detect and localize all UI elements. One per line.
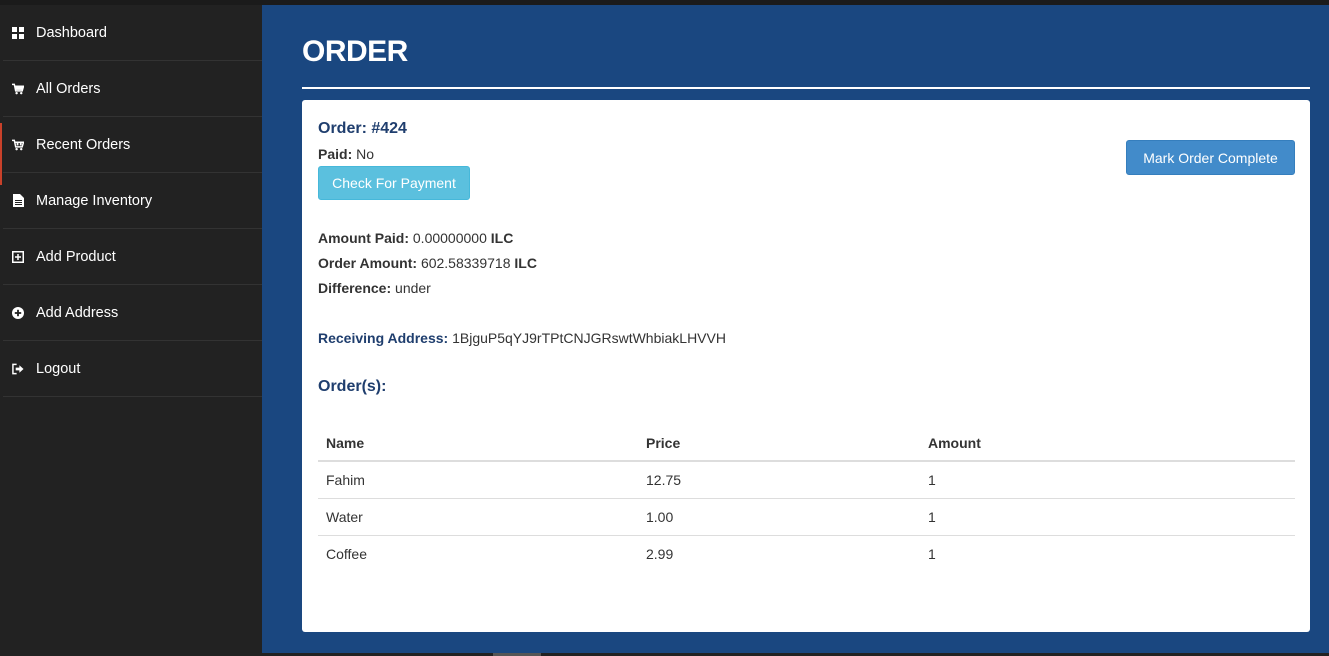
order-amount-line: Order Amount: 602.58339718 ILC xyxy=(318,255,537,271)
sidebar: Dashboard All Orders Recent Orders Manag… xyxy=(0,5,262,656)
plus-circle-icon xyxy=(12,306,24,319)
item-amount-cell: 1 xyxy=(920,461,1295,499)
currency-label: ILC xyxy=(490,230,514,246)
sidebar-item-label: Logout xyxy=(36,360,81,377)
item-amount-cell: 1 xyxy=(928,546,936,562)
document-icon xyxy=(12,194,24,207)
plus-square-icon xyxy=(12,250,24,263)
column-header-amount: Amount xyxy=(920,425,1295,462)
amount-paid-line: Amount Paid: 0.00000000 ILC xyxy=(318,230,513,246)
item-price-cell: 12.75 xyxy=(638,461,920,499)
sidebar-item-recent-orders[interactable]: Recent Orders xyxy=(0,117,262,185)
sidebar-item-add-product[interactable]: Add Product xyxy=(3,229,262,285)
sidebar-item-label: Recent Orders xyxy=(36,136,131,153)
sidebar-item-label: Add Address xyxy=(36,304,119,321)
order-title: Order: #424 xyxy=(318,120,407,137)
item-price-cell: 1.00 xyxy=(638,498,920,536)
table-row: Water 1.00 1 xyxy=(318,498,1295,536)
table-header-row: Name Price Amount xyxy=(318,425,1295,462)
title-divider xyxy=(302,87,1310,89)
item-name-cell: Water xyxy=(318,498,638,536)
difference-line: Difference: under xyxy=(318,280,431,296)
cart-icon xyxy=(12,139,24,151)
mark-order-complete-button[interactable]: Mark Order Complete xyxy=(1126,140,1295,175)
paid-status: Paid: No xyxy=(318,146,374,162)
page-title: ORDER xyxy=(302,35,408,68)
order-items-table: Name Price Amount Fahim 12.75 1 Water 1.… xyxy=(318,425,1295,572)
sidebar-item-dashboard[interactable]: Dashboard xyxy=(3,5,262,61)
receiving-address-label: Receiving Address: xyxy=(318,330,449,346)
logout-icon xyxy=(12,363,24,375)
receiving-address-value: 1BjguP5qYJ9rTPtCNJGRswtWhbiakLHVVH xyxy=(452,330,726,346)
difference-value: under xyxy=(395,280,431,296)
amount-paid-label: Amount Paid: xyxy=(318,230,409,246)
paid-label: Paid: xyxy=(318,146,353,162)
dashboard-icon xyxy=(12,26,24,39)
cart-icon xyxy=(12,83,24,95)
sidebar-item-manage-inventory[interactable]: Manage Inventory xyxy=(3,173,262,229)
orders-heading: Order(s): xyxy=(318,378,387,395)
order-amount-value: 602.58339718 xyxy=(420,255,511,271)
paid-value: No xyxy=(356,146,375,162)
table-row: Fahim 12.75 1 xyxy=(318,461,1295,499)
column-header-name: Name xyxy=(318,425,638,462)
column-header-price: Price xyxy=(638,425,920,462)
sidebar-item-label: Dashboard xyxy=(36,24,107,41)
item-price-cell: 2.99 xyxy=(646,546,674,562)
difference-label: Difference: xyxy=(318,280,392,296)
item-amount-cell: 1 xyxy=(920,498,1295,536)
item-name-cell: Fahim xyxy=(318,461,638,499)
sidebar-item-all-orders[interactable]: All Orders xyxy=(3,61,262,117)
item-name-cell: Coffee xyxy=(326,546,367,562)
order-amount-label: Order Amount: xyxy=(318,255,418,271)
main-content: ORDER Order: #424 Paid: No Check For Pay… xyxy=(262,5,1329,653)
check-for-payment-button[interactable]: Check For Payment xyxy=(318,166,470,200)
receiving-address-line: Receiving Address: 1BjguP5qYJ9rTPtCNJGRs… xyxy=(318,330,726,346)
sidebar-item-add-address[interactable]: Add Address xyxy=(3,285,262,341)
currency-label: ILC xyxy=(514,255,537,271)
table-row: Coffee 2.99 1 xyxy=(318,536,1295,573)
order-card: Order: #424 Paid: No Check For Payment M… xyxy=(302,100,1310,632)
sidebar-item-logout[interactable]: Logout xyxy=(3,341,262,397)
sidebar-item-label: All Orders xyxy=(36,80,101,97)
sidebar-item-label: Add Product xyxy=(36,248,116,265)
sidebar-item-label: Manage Inventory xyxy=(36,192,153,209)
amount-paid-value: 0.00000000 xyxy=(412,230,487,246)
